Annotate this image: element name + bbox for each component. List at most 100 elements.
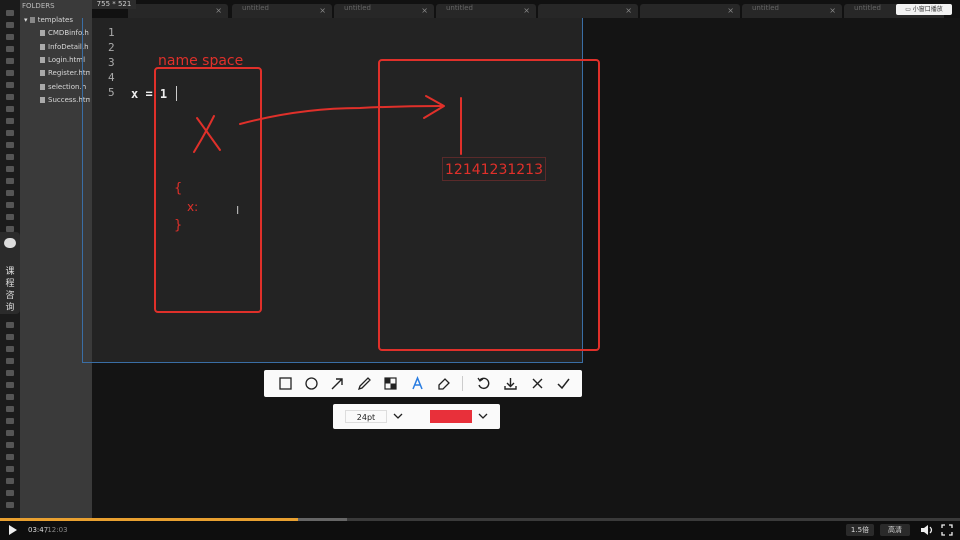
chat-icon [4, 238, 16, 248]
playback-speed-button[interactable]: 1.5倍 [846, 524, 874, 536]
file-icon [40, 97, 45, 103]
mosaic-tool-icon[interactable] [383, 376, 398, 391]
strip-icon [6, 502, 14, 508]
namespace-label: name space [158, 53, 244, 69]
tab[interactable]: × [640, 4, 740, 18]
dict-brace-open: { [174, 181, 183, 196]
strip-icon [6, 490, 14, 496]
arrow-tool-icon[interactable] [330, 376, 345, 391]
screenshot-toolbar [264, 370, 582, 397]
tab-close-icon[interactable]: × [523, 6, 530, 15]
strip-icon [6, 22, 14, 28]
strip-icon [6, 322, 14, 328]
text-cursor [176, 86, 177, 101]
tab[interactable]: × [538, 4, 638, 18]
strip-icon [6, 370, 14, 376]
strip-icon [6, 214, 14, 220]
quality-button[interactable]: 高清 [880, 524, 910, 536]
tab[interactable]: untitled × [436, 4, 536, 18]
pen-tool-icon[interactable] [357, 376, 372, 391]
strip-icon [6, 358, 14, 364]
strip-icon [6, 70, 14, 76]
strip-icon [6, 406, 14, 412]
eraser-tool-icon[interactable] [436, 376, 451, 391]
tab[interactable]: untitled × [232, 4, 332, 18]
check-icon[interactable] [556, 376, 571, 391]
object-value-label: 12141231213 [442, 157, 546, 181]
tab-close-icon[interactable]: × [421, 6, 428, 15]
selection-border-bottom [82, 362, 583, 363]
mini-window-button[interactable]: ▭ 小窗口播放 [896, 4, 952, 15]
folder-templates[interactable]: ▾ templates [24, 16, 73, 24]
ibeam-cursor-icon: I [236, 204, 240, 217]
capture-size-badge: 755 * 521 [92, 0, 136, 9]
strip-icon [6, 106, 14, 112]
text-options-bar: 24pt [333, 404, 500, 429]
folders-label: FOLDERS [22, 2, 55, 10]
strip-icon [6, 202, 14, 208]
file-icon [40, 57, 45, 63]
strip-icon [6, 430, 14, 436]
line-number: 4 [108, 71, 115, 84]
code-line: x = 1 [131, 87, 168, 101]
dict-brace-close: } [174, 218, 183, 233]
strip-icon [6, 154, 14, 160]
download-icon[interactable] [503, 376, 518, 391]
tab[interactable]: untitled × [334, 4, 434, 18]
volume-icon[interactable] [920, 524, 934, 536]
tab[interactable]: × [128, 4, 228, 18]
undo-icon[interactable] [476, 376, 491, 391]
strip-icon [6, 142, 14, 148]
total-time: /12:03 [45, 526, 68, 534]
tab-close-icon[interactable]: × [319, 6, 326, 15]
close-icon[interactable] [530, 376, 545, 391]
strip-icon [6, 442, 14, 448]
chevron-down-icon[interactable] [476, 409, 490, 423]
tab-bar: × untitled × untitled × untitled × × × unti… [92, 0, 960, 18]
course-consult-label: 课程咨询 [5, 267, 15, 313]
file-icon [40, 44, 45, 50]
line-number: 2 [108, 41, 115, 54]
chevron-down-icon[interactable] [391, 409, 405, 423]
strip-icon [6, 178, 14, 184]
text-tool-icon[interactable] [410, 376, 425, 391]
strip-icon [6, 190, 14, 196]
file-icon [40, 70, 45, 76]
font-size-select[interactable]: 24pt [345, 410, 387, 423]
selection-border-left [82, 18, 83, 363]
file-icon [40, 84, 45, 90]
tab-close-icon[interactable]: × [215, 6, 222, 15]
rectangle-tool-icon[interactable] [278, 376, 293, 391]
strip-icon [6, 478, 14, 484]
tab[interactable]: untitled × [742, 4, 842, 18]
strip-icon [6, 82, 14, 88]
tab-close-icon[interactable]: × [727, 6, 734, 15]
strip-icon [6, 394, 14, 400]
strip-icon [6, 346, 14, 352]
fullscreen-icon[interactable] [941, 524, 953, 536]
dict-key: x: [187, 200, 199, 214]
toolbar-divider [462, 376, 463, 391]
strip-icon [6, 166, 14, 172]
strip-icon [6, 334, 14, 340]
strip-icon [6, 382, 14, 388]
tab-close-icon[interactable]: × [625, 6, 632, 15]
strip-icon [6, 466, 14, 472]
circle-tool-icon[interactable] [304, 376, 319, 391]
play-icon[interactable] [8, 524, 18, 536]
code-editor[interactable] [92, 18, 582, 363]
strip-icon [6, 418, 14, 424]
course-consult-button[interactable]: 课程咨询 [0, 232, 20, 314]
strip-icon [6, 58, 14, 64]
tab-close-icon[interactable]: × [829, 6, 836, 15]
strip-icon [6, 10, 14, 16]
file-icon [40, 30, 45, 36]
line-number: 1 [108, 26, 115, 39]
selection-border-right [582, 18, 583, 363]
strip-icon [6, 46, 14, 52]
player-controls [0, 521, 960, 540]
line-number: 5 [108, 86, 115, 99]
color-swatch[interactable] [430, 410, 472, 423]
line-number: 3 [108, 56, 115, 69]
folder-icon [29, 17, 35, 23]
